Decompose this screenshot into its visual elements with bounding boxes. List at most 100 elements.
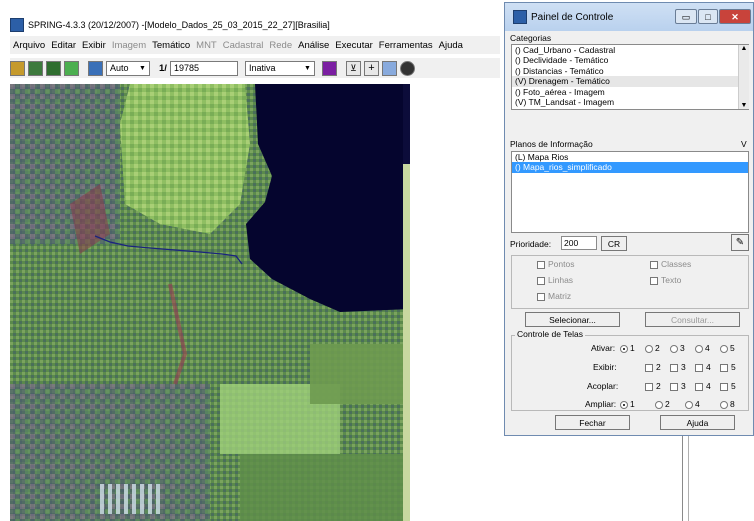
checkbox-5[interactable] (720, 382, 728, 391)
checkbox-2[interactable] (645, 363, 653, 372)
menu-cadastral[interactable]: Cadastral (220, 40, 267, 51)
menu-arquivo[interactable]: Arquivo (10, 40, 48, 51)
menu-executar[interactable]: Executar (332, 40, 376, 51)
checkbox-pontos[interactable] (537, 260, 545, 269)
exibir-check-5[interactable]: 5 (720, 362, 736, 372)
ampliar-radio-1[interactable]: 1 (620, 399, 635, 409)
ampliar-radio-4[interactable]: 4 (685, 399, 700, 409)
categorias-scrollbar[interactable]: ▲ ▼ (738, 45, 749, 109)
radio-4[interactable] (695, 344, 703, 353)
categoria-item[interactable]: () Declividade - Temático (512, 55, 748, 65)
categoria-item[interactable]: (V) Drenagem - Temático (512, 76, 748, 87)
scroll-up-icon[interactable]: ▲ (739, 45, 749, 52)
checkbox-3[interactable] (670, 363, 678, 372)
pan-icon[interactable] (381, 60, 397, 76)
ativar-radio-5[interactable]: 5 (720, 343, 735, 353)
ativar-radio-1[interactable]: 1 (620, 343, 635, 353)
ajuda-button[interactable]: Ajuda (660, 415, 735, 430)
texto-option[interactable]: Texto (650, 275, 681, 285)
checkbox-linhas[interactable] (537, 276, 545, 285)
cursor-mode-select[interactable]: Inativa ▼ (244, 60, 315, 76)
categoria-item[interactable]: () Foto_aérea - Imagem (512, 87, 748, 97)
planos-list[interactable]: (L) Mapa Rios () Mapa_rios_simplificado (511, 151, 749, 233)
acoplar-check-2[interactable]: 2 (645, 381, 661, 391)
draw-icon[interactable] (64, 60, 79, 76)
ativar-radio-2[interactable]: 2 (645, 343, 660, 353)
acoplar-check-5[interactable]: 5 (720, 381, 736, 391)
radio-5[interactable] (720, 344, 728, 353)
scroll-down-icon[interactable]: ▼ (739, 102, 749, 109)
scale-input[interactable]: 19785 (169, 60, 238, 76)
project-icon[interactable] (28, 60, 43, 76)
close-button[interactable]: ✕ (719, 9, 751, 24)
menu-ferramentas[interactable]: Ferramentas (376, 40, 436, 51)
ampliar-radio-8[interactable]: 8 (720, 399, 735, 409)
ativar-radio-4[interactable]: 4 (695, 343, 710, 353)
categorias-list[interactable]: () Cad_Urbano - Cadastral () Declividade… (511, 44, 749, 110)
checkbox-4[interactable] (695, 382, 703, 391)
checkbox-4[interactable] (695, 363, 703, 372)
radio-4[interactable] (685, 400, 693, 409)
radio-2[interactable] (645, 344, 653, 353)
cr-button[interactable]: CR (601, 236, 627, 251)
minimize-button[interactable]: ▭ (675, 9, 697, 24)
categoria-item[interactable]: (V) TM_Landsat - Imagem (512, 97, 748, 107)
menu-ajuda[interactable]: Ajuda (436, 40, 466, 51)
menu-editar[interactable]: Editar (48, 40, 79, 51)
classes-option[interactable]: Classes (650, 259, 691, 269)
menu-tematico[interactable]: Temático (149, 40, 193, 51)
linhas-option[interactable]: Linhas (537, 275, 573, 285)
matriz-option[interactable]: Matriz (537, 291, 571, 301)
radio-1-selected[interactable] (620, 400, 628, 409)
checkbox-3[interactable] (670, 382, 678, 391)
menu-imagem[interactable]: Imagem (109, 40, 149, 51)
ampliar-radio-2[interactable]: 2 (655, 399, 670, 409)
info-icon[interactable] (399, 60, 415, 76)
cursor-mode-value: Inativa (248, 63, 276, 73)
exibir-check-4[interactable]: 4 (695, 362, 711, 372)
scale-prefix: 1/ (159, 62, 167, 74)
radio-1-selected[interactable] (620, 344, 628, 353)
menu-exibir[interactable]: Exibir (79, 40, 109, 51)
acoplar-check-3[interactable]: 3 (670, 381, 686, 391)
checkbox-5[interactable] (720, 363, 728, 372)
menu-analise[interactable]: Análise (295, 40, 332, 51)
control-panel-window: Painel de Controle ▭ □ ✕ Categorias () C… (504, 2, 754, 436)
edit-pencil-button[interactable]: ✎ (731, 234, 749, 251)
planos-v-toggle[interactable]: V (741, 139, 747, 149)
radio-3[interactable] (670, 344, 678, 353)
checkbox-texto[interactable] (650, 276, 658, 285)
checkbox-matriz[interactable] (537, 292, 545, 301)
exibir-check-2[interactable]: 2 (645, 362, 661, 372)
zoom-mode-select[interactable]: Auto ▼ (106, 60, 150, 76)
screen-icon[interactable] (321, 60, 337, 76)
spring-app-icon (10, 18, 24, 32)
layers-icon[interactable] (46, 60, 61, 76)
cursor-icon[interactable] (88, 60, 103, 76)
measure-icon[interactable]: ⊻ (345, 60, 361, 76)
zoom-mode-value: Auto (110, 63, 129, 73)
database-icon[interactable] (10, 60, 25, 76)
planos-label: Planos de Informação (510, 139, 593, 149)
map-display[interactable] (10, 84, 410, 521)
checkbox-2[interactable] (645, 382, 653, 391)
acoplar-check-4[interactable]: 4 (695, 381, 711, 391)
radio-2[interactable] (655, 400, 663, 409)
consultar-button[interactable]: Consultar... (645, 312, 740, 327)
maximize-button[interactable]: □ (698, 9, 718, 24)
checkbox-classes[interactable] (650, 260, 658, 269)
fechar-button[interactable]: Fechar (555, 415, 630, 430)
categoria-item[interactable]: () Distancias - Temático (512, 66, 748, 76)
menu-rede[interactable]: Rede (266, 40, 295, 51)
plus-icon[interactable]: + (363, 60, 379, 76)
radio-8[interactable] (720, 400, 728, 409)
pontos-option[interactable]: Pontos (537, 259, 574, 269)
prioridade-input[interactable]: 200 (561, 236, 597, 250)
selecionar-button[interactable]: Selecionar... (525, 312, 620, 327)
categoria-item[interactable]: () Cad_Urbano - Cadastral (512, 45, 748, 55)
ativar-radio-3[interactable]: 3 (670, 343, 685, 353)
plano-item-selected[interactable]: () Mapa_rios_simplificado (512, 162, 748, 173)
exibir-check-3[interactable]: 3 (670, 362, 686, 372)
plano-item[interactable]: (L) Mapa Rios (512, 152, 748, 162)
menu-mnt[interactable]: MNT (193, 40, 220, 51)
